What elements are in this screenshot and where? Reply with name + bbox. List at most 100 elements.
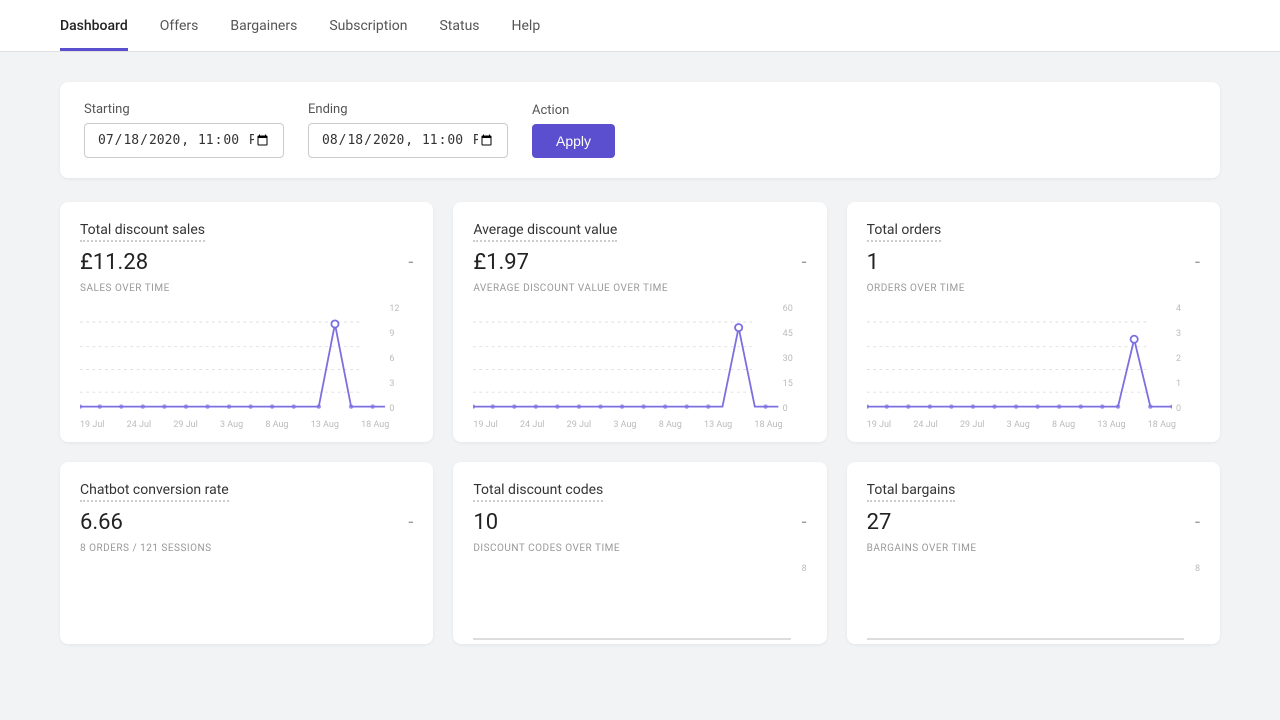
y-label: 3 <box>389 379 413 389</box>
card-minus[interactable]: - <box>408 512 413 533</box>
baseline <box>867 638 1184 640</box>
card-subtitle: ORDERS OVER TIME <box>867 283 1200 294</box>
tab-status[interactable]: Status <box>439 0 479 51</box>
card-subtitle: DISCOUNT CODES OVER TIME <box>473 543 806 554</box>
x-label: 13 Aug <box>1097 420 1125 430</box>
x-label: 13 Aug <box>311 420 339 430</box>
card-value-row: 1 - <box>867 250 1200 275</box>
starting-filter-group: Starting <box>84 102 284 158</box>
card-value: 27 <box>867 510 892 535</box>
bottom-card-chatbot-conversion-rate: Chatbot conversion rate 6.66 - 8 ORDERS … <box>60 462 433 644</box>
x-label: 8 Aug <box>659 420 682 430</box>
x-label: 13 Aug <box>704 420 732 430</box>
x-label: 24 Jul <box>913 420 937 430</box>
y-label: 0 <box>389 404 413 414</box>
y-top-label: 8 <box>802 564 807 574</box>
y-label: 30 <box>783 354 807 364</box>
x-label: 18 Aug <box>754 420 782 430</box>
x-label: 29 Jul <box>960 420 984 430</box>
x-label: 29 Jul <box>173 420 197 430</box>
y-label: 60 <box>783 304 807 314</box>
card-value-row: 10 - <box>473 510 806 535</box>
starting-input[interactable] <box>84 123 284 158</box>
x-label: 19 Jul <box>80 420 104 430</box>
tab-subscription[interactable]: Subscription <box>329 0 407 51</box>
x-label: 3 Aug <box>613 420 636 430</box>
card-total-discount-sales: Total discount sales £11.28 - SALES OVER… <box>60 202 433 442</box>
chart-area <box>867 304 1200 418</box>
chart-area <box>80 304 413 418</box>
mini-chart-area: 8 <box>867 564 1200 644</box>
y-label: 15 <box>783 379 807 389</box>
x-label: 19 Jul <box>867 420 891 430</box>
x-label: 18 Aug <box>1148 420 1176 430</box>
card-subtitle: AVERAGE DISCOUNT VALUE OVER TIME <box>473 283 806 294</box>
x-label: 24 Jul <box>520 420 544 430</box>
x-label: 3 Aug <box>1007 420 1030 430</box>
x-label: 18 Aug <box>361 420 389 430</box>
card-value-row: 6.66 - <box>80 510 413 535</box>
card-title: Total discount codes <box>473 482 603 502</box>
card-value-row: £1.97 - <box>473 250 806 275</box>
card-average-discount-value: Average discount value £1.97 - AVERAGE D… <box>453 202 826 442</box>
y-top-label: 8 <box>1195 564 1200 574</box>
y-label: 1 <box>1176 379 1200 389</box>
x-label: 24 Jul <box>127 420 151 430</box>
card-title: Average discount value <box>473 222 617 242</box>
apply-button[interactable]: Apply <box>532 124 615 158</box>
chart-wrapper: 12 9 6 3 0 19 Jul 24 Jul 29 Jul 3 Aug 8 Aug 13 Au… <box>80 304 413 430</box>
card-minus[interactable]: - <box>802 512 807 533</box>
ending-input[interactable] <box>308 123 508 158</box>
x-label: 8 Aug <box>265 420 288 430</box>
y-label: 45 <box>783 329 807 339</box>
card-value: 6.66 <box>80 510 123 535</box>
y-label: 9 <box>389 329 413 339</box>
ending-label: Ending <box>308 102 508 117</box>
baseline <box>473 638 790 640</box>
top-navigation: Dashboard Offers Bargainers Subscription… <box>0 0 1280 52</box>
y-label: 0 <box>783 404 807 414</box>
y-label: 6 <box>389 354 413 364</box>
y-axis: 12 9 6 3 0 <box>389 304 413 430</box>
tab-dashboard[interactable]: Dashboard <box>60 0 128 51</box>
card-total-orders: Total orders 1 - ORDERS OVER TIME 43210 … <box>847 202 1220 442</box>
bottom-card-total-bargains: Total bargains 27 - BARGAINS OVER TIME 8 <box>847 462 1220 644</box>
x-label: 19 Jul <box>473 420 497 430</box>
tab-offers[interactable]: Offers <box>160 0 199 51</box>
y-label: 3 <box>1176 329 1200 339</box>
y-axis: 4 3 2 1 0 <box>1176 304 1200 430</box>
ending-filter-group: Ending <box>308 102 508 158</box>
card-subtitle: SALES OVER TIME <box>80 283 413 294</box>
card-subtitle: BARGAINS OVER TIME <box>867 543 1200 554</box>
card-minus[interactable]: - <box>802 252 807 273</box>
card-sub-info: 8 ORDERS / 121 SESSIONS <box>80 543 413 554</box>
action-filter-group: Action Apply <box>532 103 615 158</box>
bottom-cards-grid: Chatbot conversion rate 6.66 - 8 ORDERS … <box>60 462 1220 644</box>
card-title: Total bargains <box>867 482 956 502</box>
card-minus[interactable]: - <box>1195 252 1200 273</box>
y-label: 2 <box>1176 354 1200 364</box>
tab-help[interactable]: Help <box>512 0 541 51</box>
card-minus[interactable]: - <box>1195 512 1200 533</box>
x-axis: 19 Jul 24 Jul 29 Jul 3 Aug 8 Aug 13 Aug 18 Aug <box>867 420 1200 430</box>
filter-card: Starting Ending Action Apply <box>60 82 1220 178</box>
card-value-row: 27 - <box>867 510 1200 535</box>
x-label: 3 Aug <box>220 420 243 430</box>
card-minus[interactable]: - <box>408 252 413 273</box>
y-label: 12 <box>389 304 413 314</box>
card-value: £11.28 <box>80 250 148 275</box>
card-value: 1 <box>867 250 879 275</box>
y-label: 4 <box>1176 304 1200 314</box>
y-axis: 60 45 30 15 0 <box>783 304 807 430</box>
card-value: £1.97 <box>473 250 529 275</box>
x-label: 8 Aug <box>1052 420 1075 430</box>
y-label: 0 <box>1176 404 1200 414</box>
bottom-card-total-discount-codes: Total discount codes 10 - DISCOUNT CODES… <box>453 462 826 644</box>
nav-tabs: Dashboard Offers Bargainers Subscription… <box>60 0 1220 51</box>
chart-wrapper: 4 3 2 1 0 19 Jul 24 Jul 29 Jul 3 Aug 8 Aug 13 Aug… <box>867 304 1200 430</box>
card-title: Total discount sales <box>80 222 205 242</box>
main-content: Starting Ending Action Apply Total disco… <box>0 52 1280 674</box>
starting-label: Starting <box>84 102 284 117</box>
tab-bargainers[interactable]: Bargainers <box>230 0 297 51</box>
x-label: 29 Jul <box>567 420 591 430</box>
